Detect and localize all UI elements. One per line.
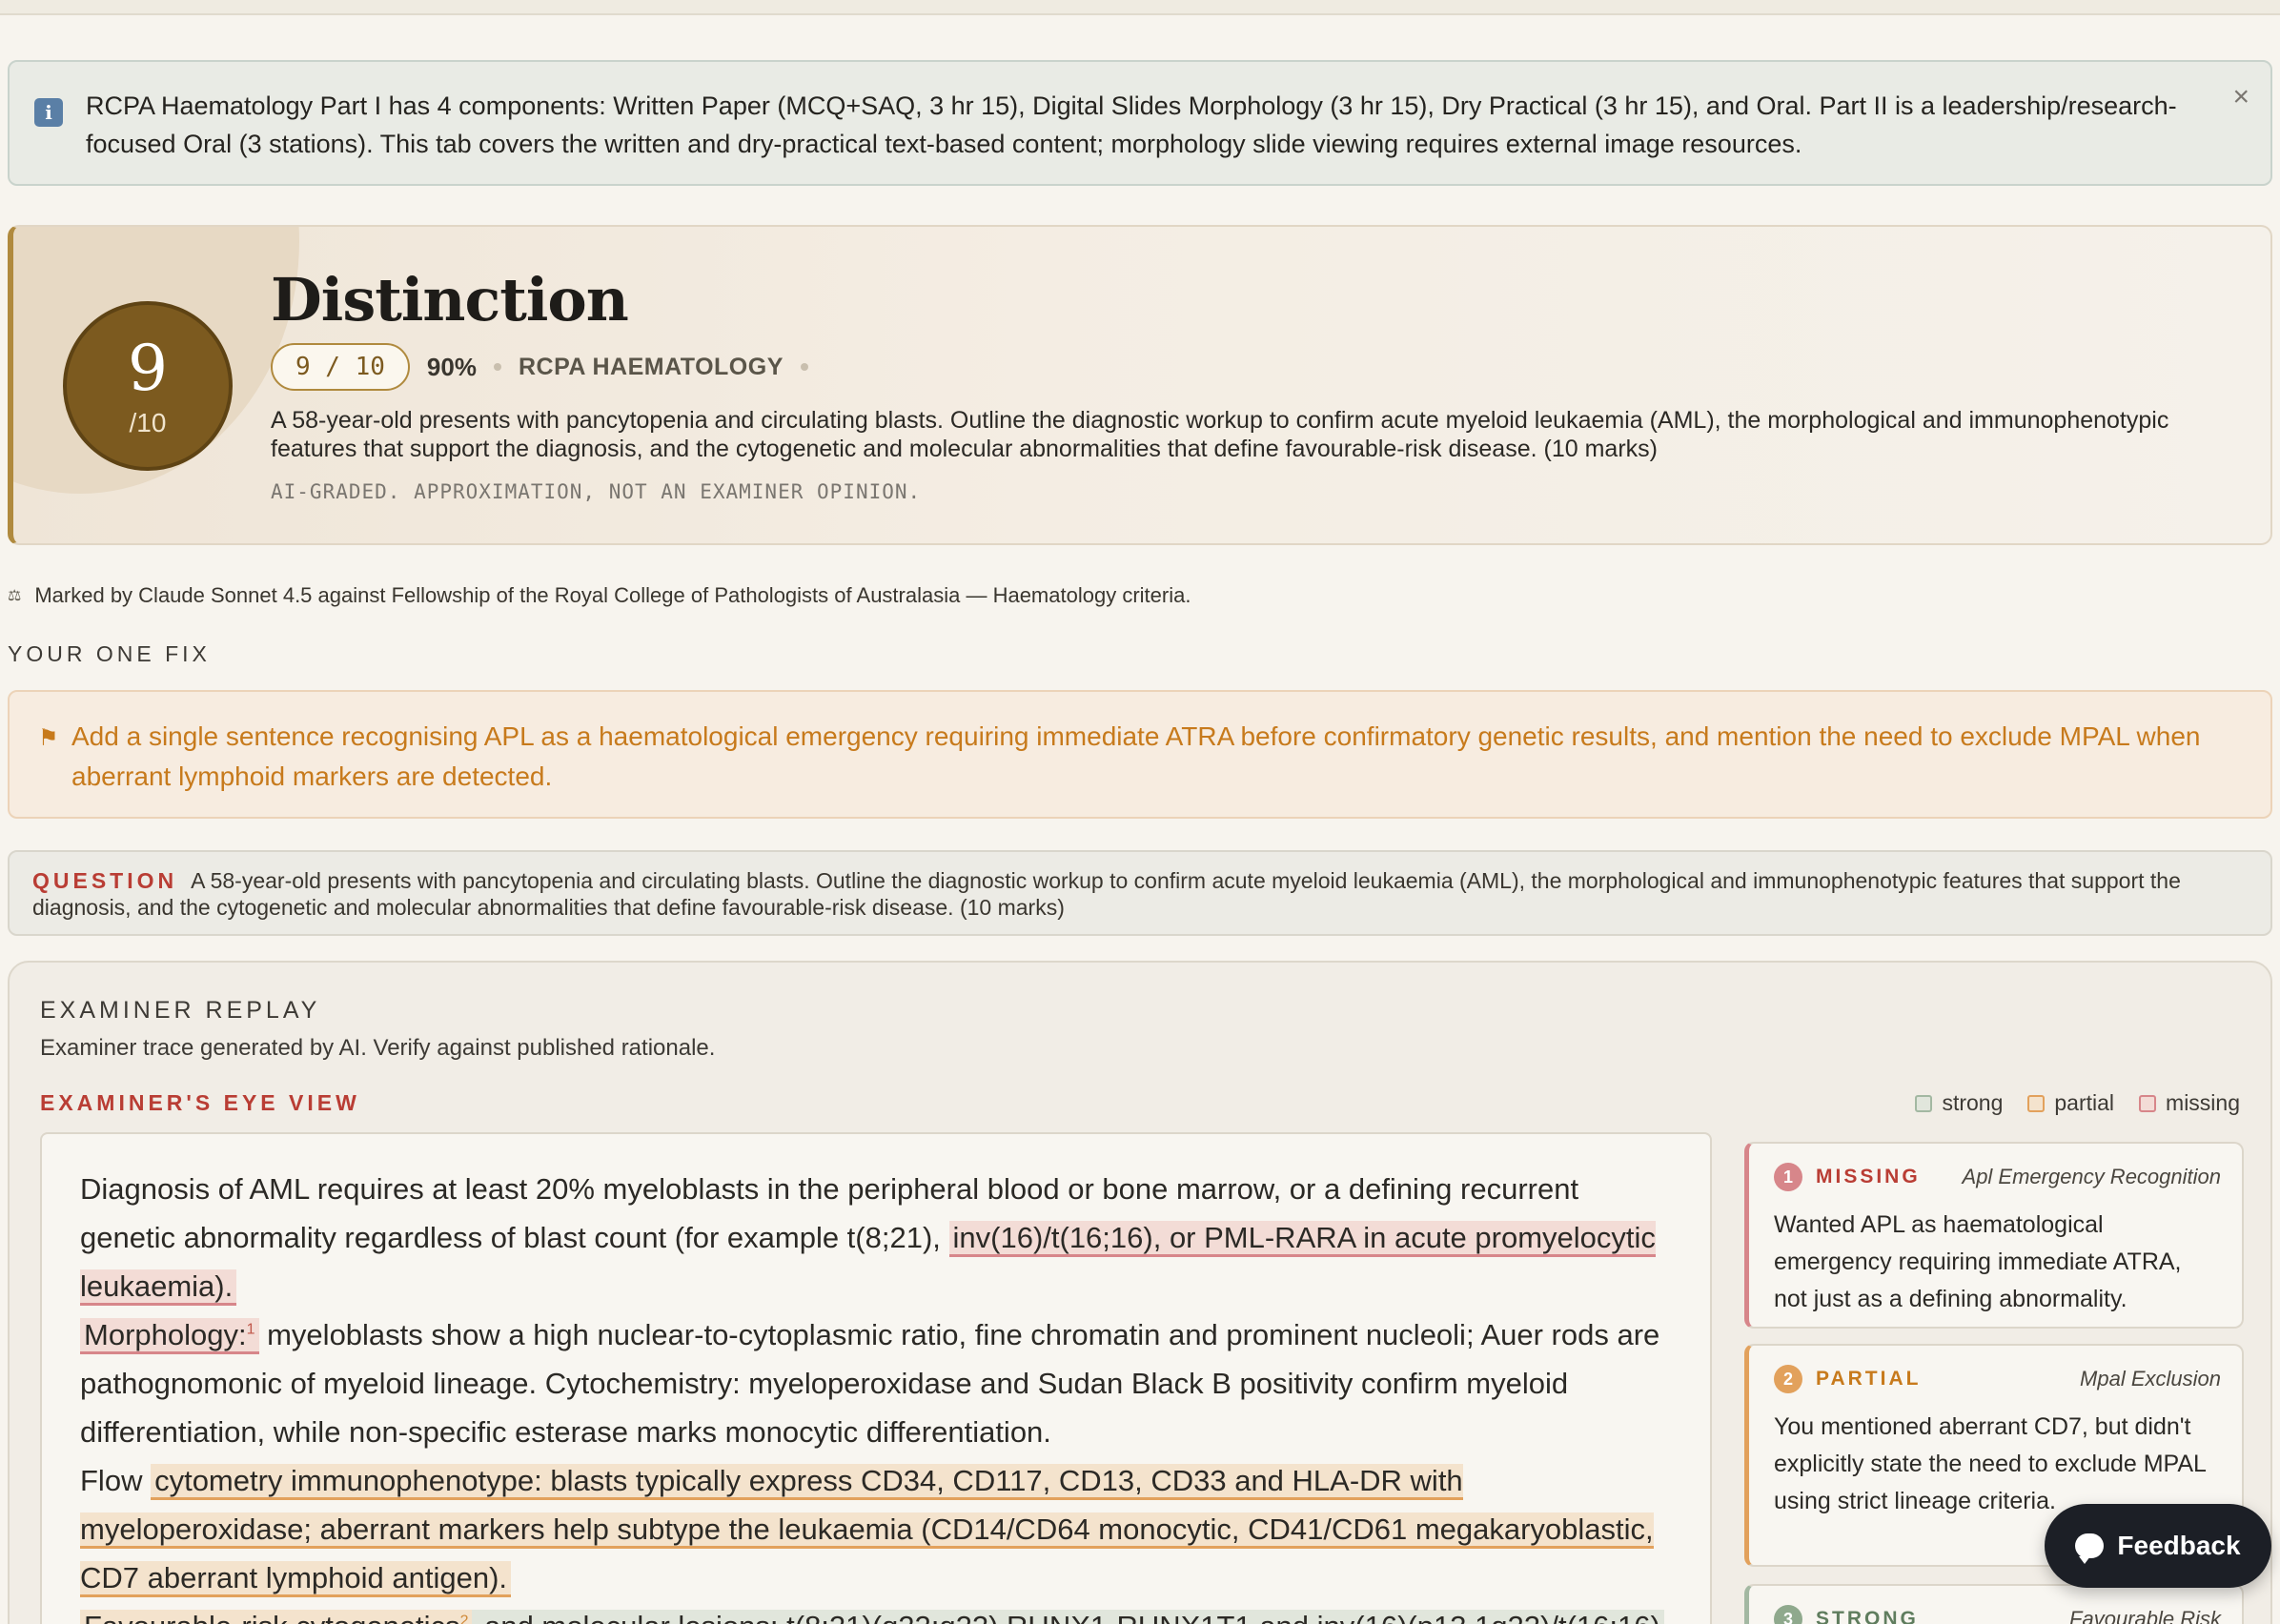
discipline-label: RCPA HAEMATOLOGY (518, 353, 784, 380)
legend-missing-label: missing (2166, 1090, 2240, 1115)
scale-icon: ⚖ (8, 588, 22, 604)
card-header: 3 STRONG Favourable Risk (1774, 1605, 2221, 1624)
marked-by-note: ⚖ Marked by Claude Sonnet 4.5 against Fe… (8, 583, 1191, 608)
card-header: 2 PARTIAL Mpal Exclusion (1774, 1365, 2221, 1393)
score-denominator: /10 (129, 408, 167, 437)
ai-disclaimer: AI-GRADED. APPROXIMATION, NOT AN EXAMINE… (271, 480, 922, 503)
answer-text: Diagnosis of AML requires at least 20% m… (80, 1165, 1681, 1624)
separator-dot (800, 363, 808, 371)
criterion-card-strong[interactable]: 3 STRONG Favourable Risk (1744, 1584, 2244, 1624)
one-fix-text: Add a single sentence recognising APL as… (71, 721, 2201, 791)
score-badge: 9 /10 (63, 301, 233, 471)
score-pill: 9 / 10 (271, 343, 410, 391)
card-header: 1 MISSING Apl Emergency Recognition (1774, 1163, 2221, 1191)
card-number: 3 (1774, 1605, 1802, 1624)
legend-strong: strong (1915, 1090, 2003, 1116)
replay-subtitle: Examiner trace generated by AI. Verify a… (40, 1035, 716, 1061)
card-status: MISSING (1816, 1166, 1921, 1188)
card-body: Wanted APL as haematological emergency r… (1774, 1211, 2182, 1312)
legend-partial: partial (2027, 1090, 2114, 1116)
answer-panel[interactable]: Diagnosis of AML requires at least 20% m… (40, 1132, 1712, 1624)
answer-paragraph: Flow cytometry immunophenotype: blasts t… (80, 1456, 1681, 1602)
partial-highlight[interactable]: Favourable-risk cytogenetics2 (80, 1610, 473, 1624)
legend-strong-label: strong (1942, 1090, 2004, 1115)
chat-bubble-icon (2075, 1533, 2105, 1564)
answer-segment: myeloblasts show a high nuclear-to-cytop… (80, 1318, 1660, 1449)
strong-highlight[interactable]: and molecular lesions: t(8;21)(q22;q22) … (472, 1610, 1664, 1624)
card-criterion: Apl Emergency Recognition (1962, 1165, 2221, 1188)
question-text: A 58-year-old presents with pancytopenia… (32, 868, 2181, 920)
footnote-marker[interactable]: 2 (460, 1614, 469, 1624)
question-label: QUESTION (32, 868, 178, 893)
question-box: QUESTION A 58-year-old presents with panc… (8, 850, 2272, 936)
answer-paragraph: Diagnosis of AML requires at least 20% m… (80, 1165, 1681, 1310)
card-criterion: Mpal Exclusion (2080, 1367, 2221, 1391)
top-bar (0, 0, 2280, 15)
feedback-button[interactable]: Feedback (2045, 1504, 2271, 1588)
answer-segment: Flow (80, 1464, 152, 1497)
separator-dot (493, 363, 501, 371)
score-value: 9 (128, 332, 168, 405)
card-number: 2 (1774, 1365, 1802, 1393)
footnote-marker[interactable]: 1 (247, 1322, 255, 1338)
partial-highlight[interactable]: cytometry immunophenotype: blasts typica… (80, 1464, 1654, 1597)
replay-title: EXAMINER REPLAY (40, 997, 321, 1024)
card-status: PARTIAL (1816, 1368, 1922, 1390)
info-banner-text: RCPA Haematology Part I has 4 components… (86, 91, 2177, 158)
legend-missing: missing (2139, 1090, 2240, 1116)
examiner-replay: EXAMINER REPLAY Examiner trace generated… (8, 961, 2272, 1624)
partial-swatch (2027, 1094, 2046, 1112)
missing-highlight[interactable]: Morphology:1 (80, 1318, 259, 1354)
flag-icon: ⚑ (38, 725, 59, 751)
highlight-text: Favourable-risk cytogenetics (84, 1610, 460, 1624)
eye-view-label: EXAMINER'S EYE VIEW (40, 1090, 360, 1115)
missing-swatch (2139, 1094, 2157, 1112)
legend-partial-label: partial (2054, 1090, 2115, 1115)
result-hero: 9 /10 Distinction 9 / 10 90% RCPA HAEMAT… (8, 225, 2272, 545)
feedback-label: Feedback (2117, 1531, 2241, 1560)
grade-title: Distinction (271, 265, 629, 335)
hero-question: A 58-year-old presents with pancytopenia… (271, 407, 2169, 462)
answer-paragraph: Favourable-risk cytogenetics2 and molecu… (80, 1602, 1681, 1624)
result-meta: 9 / 10 90% RCPA HAEMATOLOGY (271, 343, 808, 391)
one-fix-label: YOUR ONE FIX (8, 641, 211, 666)
strong-swatch (1915, 1094, 1933, 1112)
highlight-text: Morphology: (84, 1318, 247, 1351)
highlight-legend: strong partial missing (1915, 1090, 2240, 1116)
one-fix-box: ⚑ Add a single sentence recognising APL … (8, 690, 2272, 819)
marked-by-text: Marked by Claude Sonnet 4.5 against Fell… (34, 583, 1191, 607)
criterion-card-missing[interactable]: 1 MISSING Apl Emergency Recognition Want… (1744, 1142, 2244, 1329)
card-status: STRONG (1816, 1608, 1919, 1624)
close-icon[interactable]: × (2232, 83, 2249, 112)
info-banner: i RCPA Haematology Part I has 4 componen… (8, 60, 2272, 186)
score-percent: 90% (426, 352, 477, 381)
card-number: 1 (1774, 1163, 1802, 1191)
info-icon: i (34, 98, 63, 127)
answer-paragraph: Morphology:1 myeloblasts show a high nuc… (80, 1310, 1681, 1456)
card-criterion: Favourable Risk (2069, 1607, 2221, 1624)
